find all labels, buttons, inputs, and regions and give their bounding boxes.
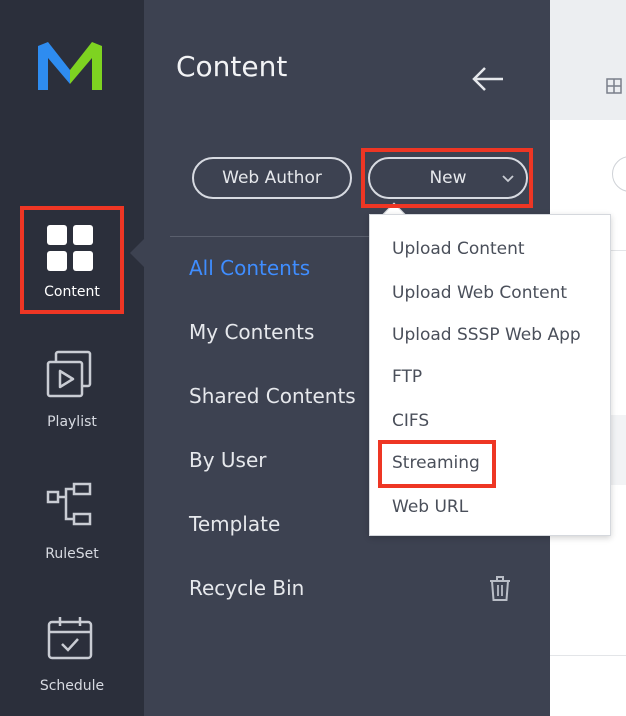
menu-item-web-url[interactable]: Web URL xyxy=(392,497,468,517)
trash-icon[interactable] xyxy=(488,576,512,602)
nav-template[interactable]: Template xyxy=(189,512,280,536)
view-grid-icon[interactable] xyxy=(606,78,622,94)
grid-icon xyxy=(47,225,93,271)
ruleset-icon xyxy=(46,482,92,526)
nav-shared-contents[interactable]: Shared Contents xyxy=(189,384,356,408)
nav-by-user[interactable]: By User xyxy=(189,448,267,472)
menu-item-cifs[interactable]: CIFS xyxy=(392,411,429,431)
web-author-label: Web Author xyxy=(222,168,322,188)
nav-recycle-bin[interactable]: Recycle Bin xyxy=(189,576,304,600)
rail-item-playlist[interactable]: Playlist xyxy=(0,348,144,440)
icon-rail: Content Playlist RuleSet Schedule xyxy=(0,0,144,716)
row-divider xyxy=(550,655,626,656)
panel-pointer xyxy=(130,238,145,268)
playlist-icon xyxy=(46,350,92,398)
menu-item-upload-web-content[interactable]: Upload Web Content xyxy=(392,283,567,303)
rail-item-schedule[interactable]: Schedule xyxy=(0,612,144,704)
new-button[interactable]: New xyxy=(368,157,528,199)
chevron-down-icon xyxy=(502,175,514,183)
rail-item-ruleset[interactable]: RuleSet xyxy=(0,480,144,572)
app-logo xyxy=(38,42,102,90)
web-author-button[interactable]: Web Author xyxy=(192,157,352,199)
schedule-icon xyxy=(47,617,93,660)
rail-item-label: Schedule xyxy=(39,678,105,694)
new-label: New xyxy=(429,168,467,188)
nav-my-contents[interactable]: My Contents xyxy=(189,320,314,344)
rail-item-label: Playlist xyxy=(47,414,97,430)
rail-item-content[interactable]: Content xyxy=(0,206,144,314)
panel-divider xyxy=(170,236,370,237)
rail-item-label: Content xyxy=(44,284,100,300)
back-arrow-icon[interactable] xyxy=(470,64,506,94)
menu-item-ftp[interactable]: FTP xyxy=(392,367,422,387)
menu-item-upload-sssp-web-app[interactable]: Upload SSSP Web App xyxy=(392,325,581,345)
main-toolbar xyxy=(550,0,626,120)
menu-item-upload-content[interactable]: Upload Content xyxy=(392,239,525,259)
nav-all-contents[interactable]: All Contents xyxy=(189,256,310,280)
rail-item-label: RuleSet xyxy=(45,546,99,562)
panel-title: Content xyxy=(176,50,288,83)
new-dropdown-menu: Upload Content Upload Web Content Upload… xyxy=(369,214,611,536)
menu-item-streaming[interactable]: Streaming xyxy=(392,453,480,473)
